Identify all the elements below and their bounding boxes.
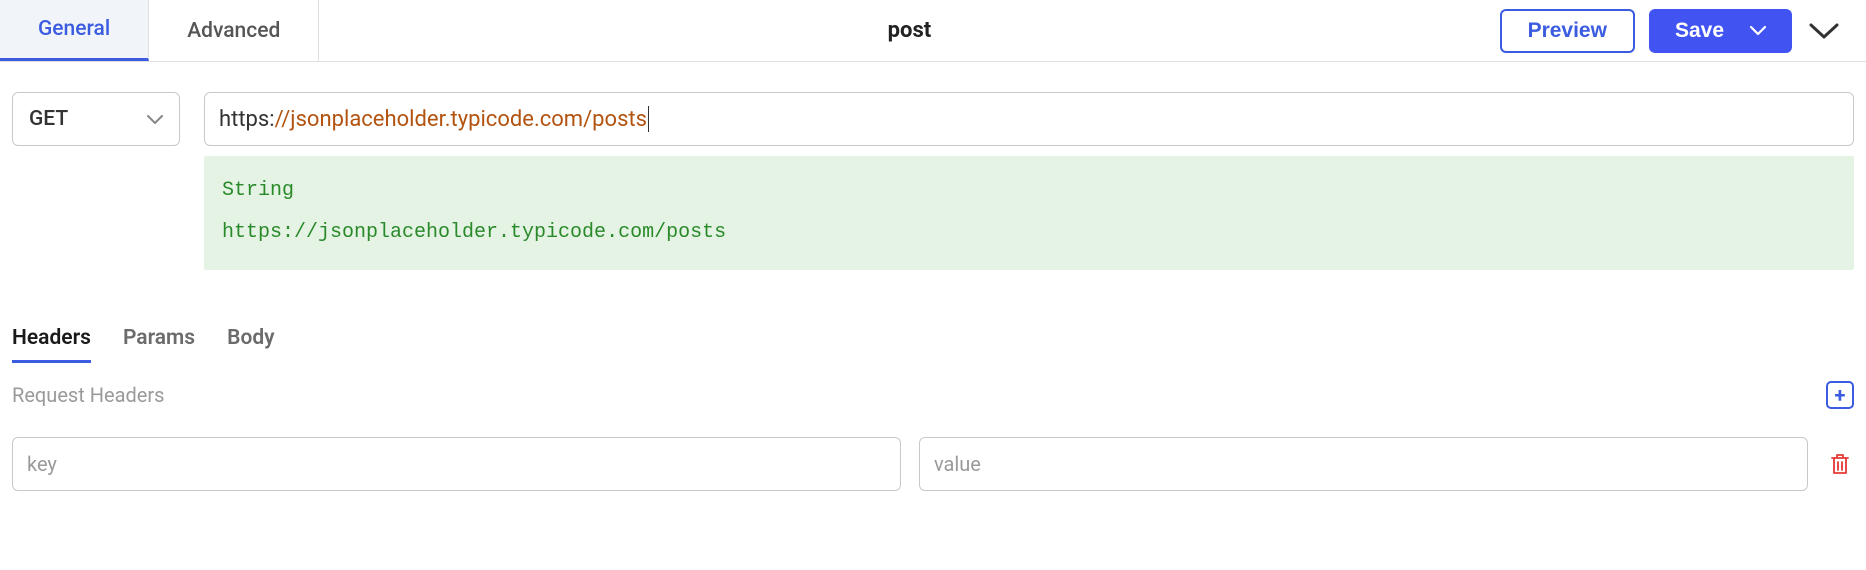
text-cursor [648,106,649,132]
top-actions: Preview Save [1500,0,1866,61]
save-button-label: Save [1675,19,1724,43]
subtab-headers[interactable]: Headers [12,326,91,363]
url-input[interactable]: https://jsonplaceholder.typicode.com/pos… [204,92,1854,146]
header-row [0,409,1866,491]
url-rest: //jsonplaceholder.typicode.com/posts [275,107,647,132]
chevron-down-icon [147,107,163,131]
url-scheme: https: [219,107,275,132]
page-title-text: post [888,18,932,43]
tab-advanced[interactable]: Advanced [149,0,319,61]
save-button[interactable]: Save [1649,9,1792,53]
hint-value: https://jsonplaceholder.typicode.com/pos… [222,214,1836,252]
tab-general[interactable]: General [0,0,149,61]
subtab-body[interactable]: Body [227,326,274,363]
add-header-button[interactable]: + [1826,381,1854,409]
delete-header-button[interactable] [1826,452,1854,476]
subtab-body-label: Body [227,326,274,350]
headers-section-label: Request Headers [12,383,165,407]
hint-type: String [222,172,1836,210]
top-bar: General Advanced post Preview Save [0,0,1866,62]
url-column: https://jsonplaceholder.typicode.com/pos… [204,92,1854,270]
chevron-down-icon [1750,26,1766,36]
trash-icon [1829,452,1851,476]
sub-tabs: Headers Params Body [0,270,1866,363]
preview-button[interactable]: Preview [1500,9,1635,53]
evaluation-hint: String https://jsonplaceholder.typicode.… [204,156,1854,270]
tab-advanced-label: Advanced [187,19,280,43]
page-title: post [319,0,1499,61]
plus-icon: + [1835,385,1846,405]
subtab-params-label: Params [123,326,195,350]
http-method-value: GET [29,107,68,131]
tab-general-label: General [38,17,110,41]
header-key-input[interactable] [12,437,901,491]
header-value-input[interactable] [919,437,1808,491]
expand-toggle[interactable] [1806,22,1842,40]
http-method-select[interactable]: GET [12,92,180,146]
headers-section-label-row: Request Headers + [0,363,1866,409]
preview-button-label: Preview [1528,19,1607,43]
request-row: GET https://jsonplaceholder.typicode.com… [0,62,1866,270]
subtab-params[interactable]: Params [123,326,195,363]
top-tabs: General Advanced [0,0,319,61]
subtab-headers-label: Headers [12,326,91,350]
